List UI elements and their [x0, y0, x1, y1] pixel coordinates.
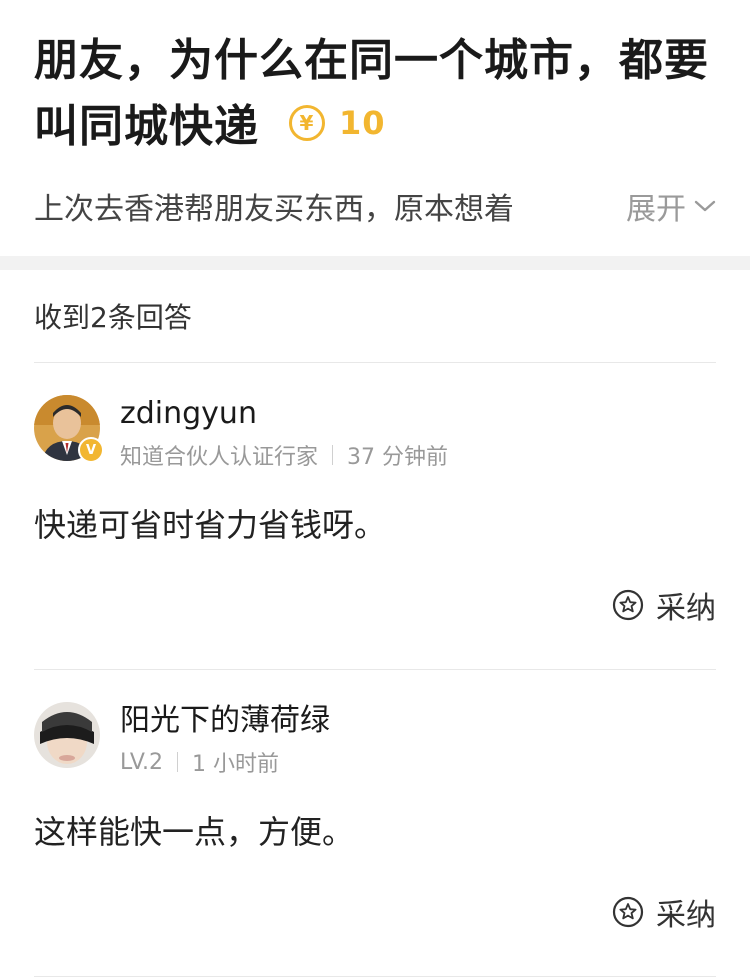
- star-circle-icon: [612, 589, 644, 621]
- answer-time: 37 分钟前: [347, 445, 449, 470]
- avatar-image: [34, 702, 100, 768]
- question-description-row: 上次去香港帮朋友买东西，原本想着 展开: [34, 184, 716, 228]
- answer-time: 1 小时前: [192, 752, 280, 777]
- accept-button[interactable]: 采纳: [612, 890, 716, 934]
- accept-label: 采纳: [656, 898, 716, 933]
- answer-header: V zdingyun 知道合伙人认证行家 37 分钟前: [34, 395, 716, 471]
- answer-item: V zdingyun 知道合伙人认证行家 37 分钟前 快递可省时省力省钱呀。 …: [34, 363, 716, 670]
- accept-row: 采纳: [34, 890, 716, 976]
- avatar[interactable]: V: [34, 395, 104, 463]
- question-description: 上次去香港帮朋友买东西，原本想着: [34, 192, 514, 227]
- avatar[interactable]: [34, 702, 100, 768]
- user-title: 知道合伙人认证行家: [120, 445, 319, 470]
- user-level: LV.2: [120, 749, 164, 775]
- answer-header: 阳光下的薄荷绿 LV.2 1 小时前: [34, 702, 716, 778]
- question-title: 朋友，为什么在同一个城市，都要叫同城快递 ¥10: [34, 28, 716, 162]
- accept-label: 采纳: [656, 591, 716, 626]
- accept-button[interactable]: 采纳: [612, 583, 716, 627]
- meta-separator: [332, 445, 334, 465]
- section-divider: [0, 256, 750, 270]
- answer-item: 阳光下的薄荷绿 LV.2 1 小时前 这样能快一点，方便。 采纳: [34, 670, 716, 977]
- answer-text: 快递可省时省力省钱呀。: [34, 506, 387, 544]
- answers-count: 收到2条回答: [34, 270, 716, 363]
- expand-label: 展开: [626, 192, 686, 227]
- accept-row: 采纳: [34, 583, 716, 669]
- answers-section: 收到2条回答 V zdingyun 知道合伙人认证行家 37 分钟前 快递可省时…: [0, 270, 750, 977]
- user-info: 阳光下的薄荷绿 LV.2 1 小时前: [120, 702, 330, 778]
- star-circle-icon: [612, 896, 644, 928]
- answer-meta: 知道合伙人认证行家 37 分钟前: [120, 439, 448, 471]
- answer-text: 这样能快一点，方便。: [34, 813, 355, 851]
- question-section: 朋友，为什么在同一个城市，都要叫同城快递 ¥10 上次去香港帮朋友买东西，原本想着…: [0, 0, 750, 256]
- reward-amount: 10: [339, 104, 386, 142]
- username[interactable]: zdingyun: [120, 395, 448, 433]
- expand-button[interactable]: 展开: [626, 184, 716, 228]
- username[interactable]: 阳光下的薄荷绿: [120, 702, 330, 740]
- coin-icon: ¥: [289, 105, 325, 141]
- avatar-portrait-icon: [34, 702, 100, 768]
- verified-badge-icon: V: [78, 437, 104, 463]
- user-info: zdingyun 知道合伙人认证行家 37 分钟前: [120, 395, 448, 471]
- meta-separator: [177, 752, 179, 772]
- chevron-down-icon: [694, 200, 716, 212]
- answer-meta: LV.2 1 小时前: [120, 746, 330, 778]
- reward-badge: ¥10: [289, 90, 386, 156]
